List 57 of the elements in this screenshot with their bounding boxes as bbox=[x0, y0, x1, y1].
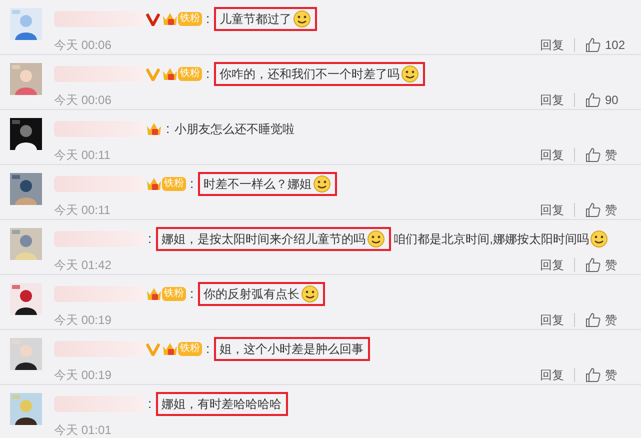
comment-text: 时差不一样么？娜姐 bbox=[204, 176, 312, 193]
comment-text: 儿童节都过了 bbox=[220, 11, 292, 28]
crown-icon bbox=[146, 121, 162, 137]
comment-time: 今天 00:11 bbox=[54, 202, 110, 219]
crown-icon bbox=[162, 11, 178, 27]
reply-button[interactable]: 回复 bbox=[540, 93, 575, 107]
reply-button[interactable]: 回复 bbox=[540, 258, 575, 272]
comment-time: 今天 00:19 bbox=[54, 367, 112, 384]
thumbs-up-icon bbox=[585, 37, 601, 53]
like-button[interactable]: 赞 bbox=[585, 201, 629, 219]
thumbs-up-icon bbox=[585, 202, 601, 218]
colon: : bbox=[147, 230, 153, 248]
colon: : bbox=[205, 10, 211, 28]
crown-icon bbox=[146, 176, 162, 192]
crown-icon bbox=[162, 341, 178, 357]
comment-time: 今天 01:01 bbox=[54, 422, 112, 438]
colon: : bbox=[165, 120, 171, 138]
fan-badge: 铁粉 bbox=[178, 342, 202, 356]
comment-time: 今天 00:06 bbox=[54, 92, 112, 109]
like-button[interactable]: 赞 bbox=[585, 256, 629, 274]
comment-time: 今天 00:11 bbox=[54, 147, 110, 164]
crown-icon bbox=[162, 66, 178, 82]
crown-icon bbox=[146, 286, 162, 302]
like-button[interactable]: 102 bbox=[585, 36, 629, 54]
comment-text: 娜姐，有时差哈哈哈哈 bbox=[162, 396, 282, 413]
thumbs-up-icon bbox=[585, 367, 601, 383]
thumbs-up-icon bbox=[585, 257, 601, 273]
comment-text: 你咋的，还和我们不一个时差了吗 bbox=[220, 66, 400, 83]
reply-button[interactable]: 回复 bbox=[540, 313, 575, 327]
comment-text: 咱们都是北京时间,娜娜按太阳时间吗 bbox=[394, 231, 589, 248]
reply-button[interactable]: 回复 bbox=[540, 38, 575, 52]
like-button[interactable]: 赞 bbox=[585, 366, 629, 384]
comment-time: 今天 01:42 bbox=[54, 257, 112, 274]
fan-badge: 铁粉 bbox=[178, 67, 202, 81]
comment-text: 小朋友怎么还不睡觉啦 bbox=[174, 121, 295, 138]
fan-badge: 铁粉 bbox=[178, 12, 202, 26]
colon: : bbox=[205, 340, 211, 358]
comment-text: 姐，这个小时差是肿么回事 bbox=[220, 341, 364, 358]
comment-text: 你的反射弧有点长 bbox=[204, 286, 300, 303]
reply-button[interactable]: 回复 bbox=[540, 148, 575, 162]
colon: : bbox=[205, 65, 211, 84]
like-button[interactable]: 赞 bbox=[585, 146, 629, 164]
thumbs-up-icon bbox=[585, 147, 601, 163]
colon: : bbox=[189, 285, 195, 304]
colon: : bbox=[147, 395, 153, 414]
comment-text: 娜姐，是按太阳时间来介绍儿童节的吗 bbox=[162, 231, 366, 248]
fan-badge: 铁粉 bbox=[162, 177, 186, 191]
fan-badge: 铁粉 bbox=[162, 287, 186, 301]
reply-button[interactable]: 回复 bbox=[540, 368, 575, 382]
colon: : bbox=[189, 175, 195, 194]
thumbs-up-icon bbox=[585, 92, 601, 108]
reply-button[interactable]: 回复 bbox=[540, 203, 575, 217]
comment-time: 今天 00:19 bbox=[54, 312, 112, 329]
like-button[interactable]: 90 bbox=[585, 91, 629, 109]
comment-time: 今天 00:06 bbox=[54, 37, 112, 54]
like-button[interactable]: 赞 bbox=[585, 311, 629, 329]
thumbs-up-icon bbox=[585, 312, 601, 328]
